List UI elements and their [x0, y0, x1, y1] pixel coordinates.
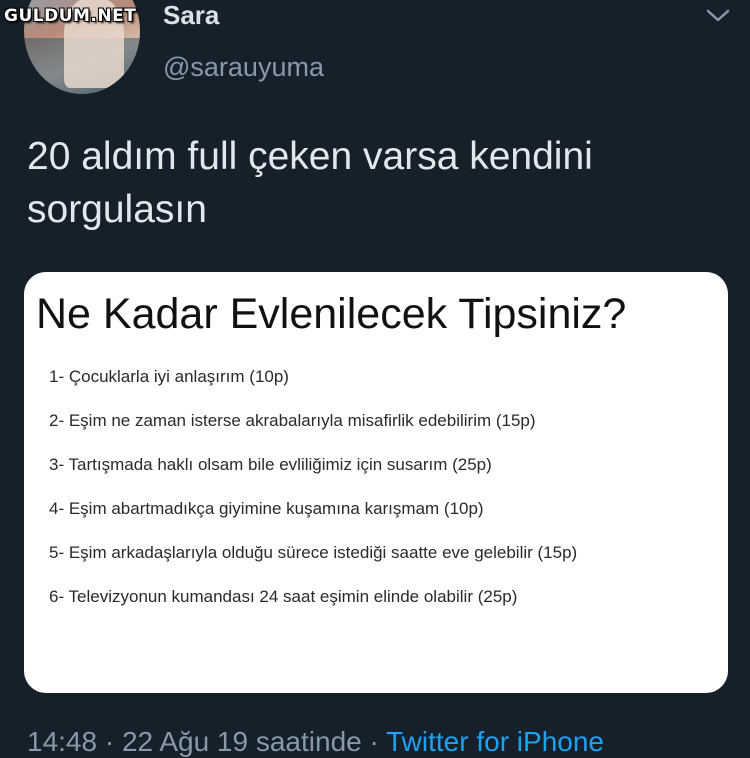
card-item-list: 1- Çocuklarla iyi anlaşırım (10p) 2- Eşi…	[49, 366, 577, 630]
author-handle[interactable]: @sarauyuma	[163, 52, 324, 83]
chevron-down-icon[interactable]	[702, 6, 734, 26]
card-title: Ne Kadar Evlenilecek Tipsiniz?	[36, 290, 627, 338]
tweet-footer: 14:48 · 22 Ağu 19 saatinde · Twitter for…	[27, 726, 604, 758]
list-item: 2- Eşim ne zaman isterse akrabalarıyla m…	[49, 411, 536, 430]
author-name[interactable]: Sara	[163, 0, 219, 31]
attached-image-card[interactable]: Ne Kadar Evlenilecek Tipsiniz? 1- Çocukl…	[24, 272, 728, 693]
source-link[interactable]: Twitter for iPhone	[386, 726, 604, 757]
list-item: 4- Eşim abartmadıkça giyimine kuşamına k…	[49, 499, 484, 518]
tweet-text: 20 aldım full çeken varsa kendini sorgul…	[27, 135, 593, 231]
list-item: 3- Tartışmada haklı olsam bile evliliğim…	[49, 455, 492, 474]
list-item: 1- Çocuklarla iyi anlaşırım (10p)	[49, 367, 289, 386]
list-item: 6- Televizyonun kumandası 24 saat eşimin…	[49, 587, 518, 606]
watermark-logo: GULDUM.NET	[4, 6, 137, 26]
timestamp[interactable]: 14:48 · 22 Ağu 19 saatinde ·	[27, 726, 379, 757]
list-item: 5- Eşim arkadaşlarıyla olduğu sürece ist…	[49, 543, 578, 562]
